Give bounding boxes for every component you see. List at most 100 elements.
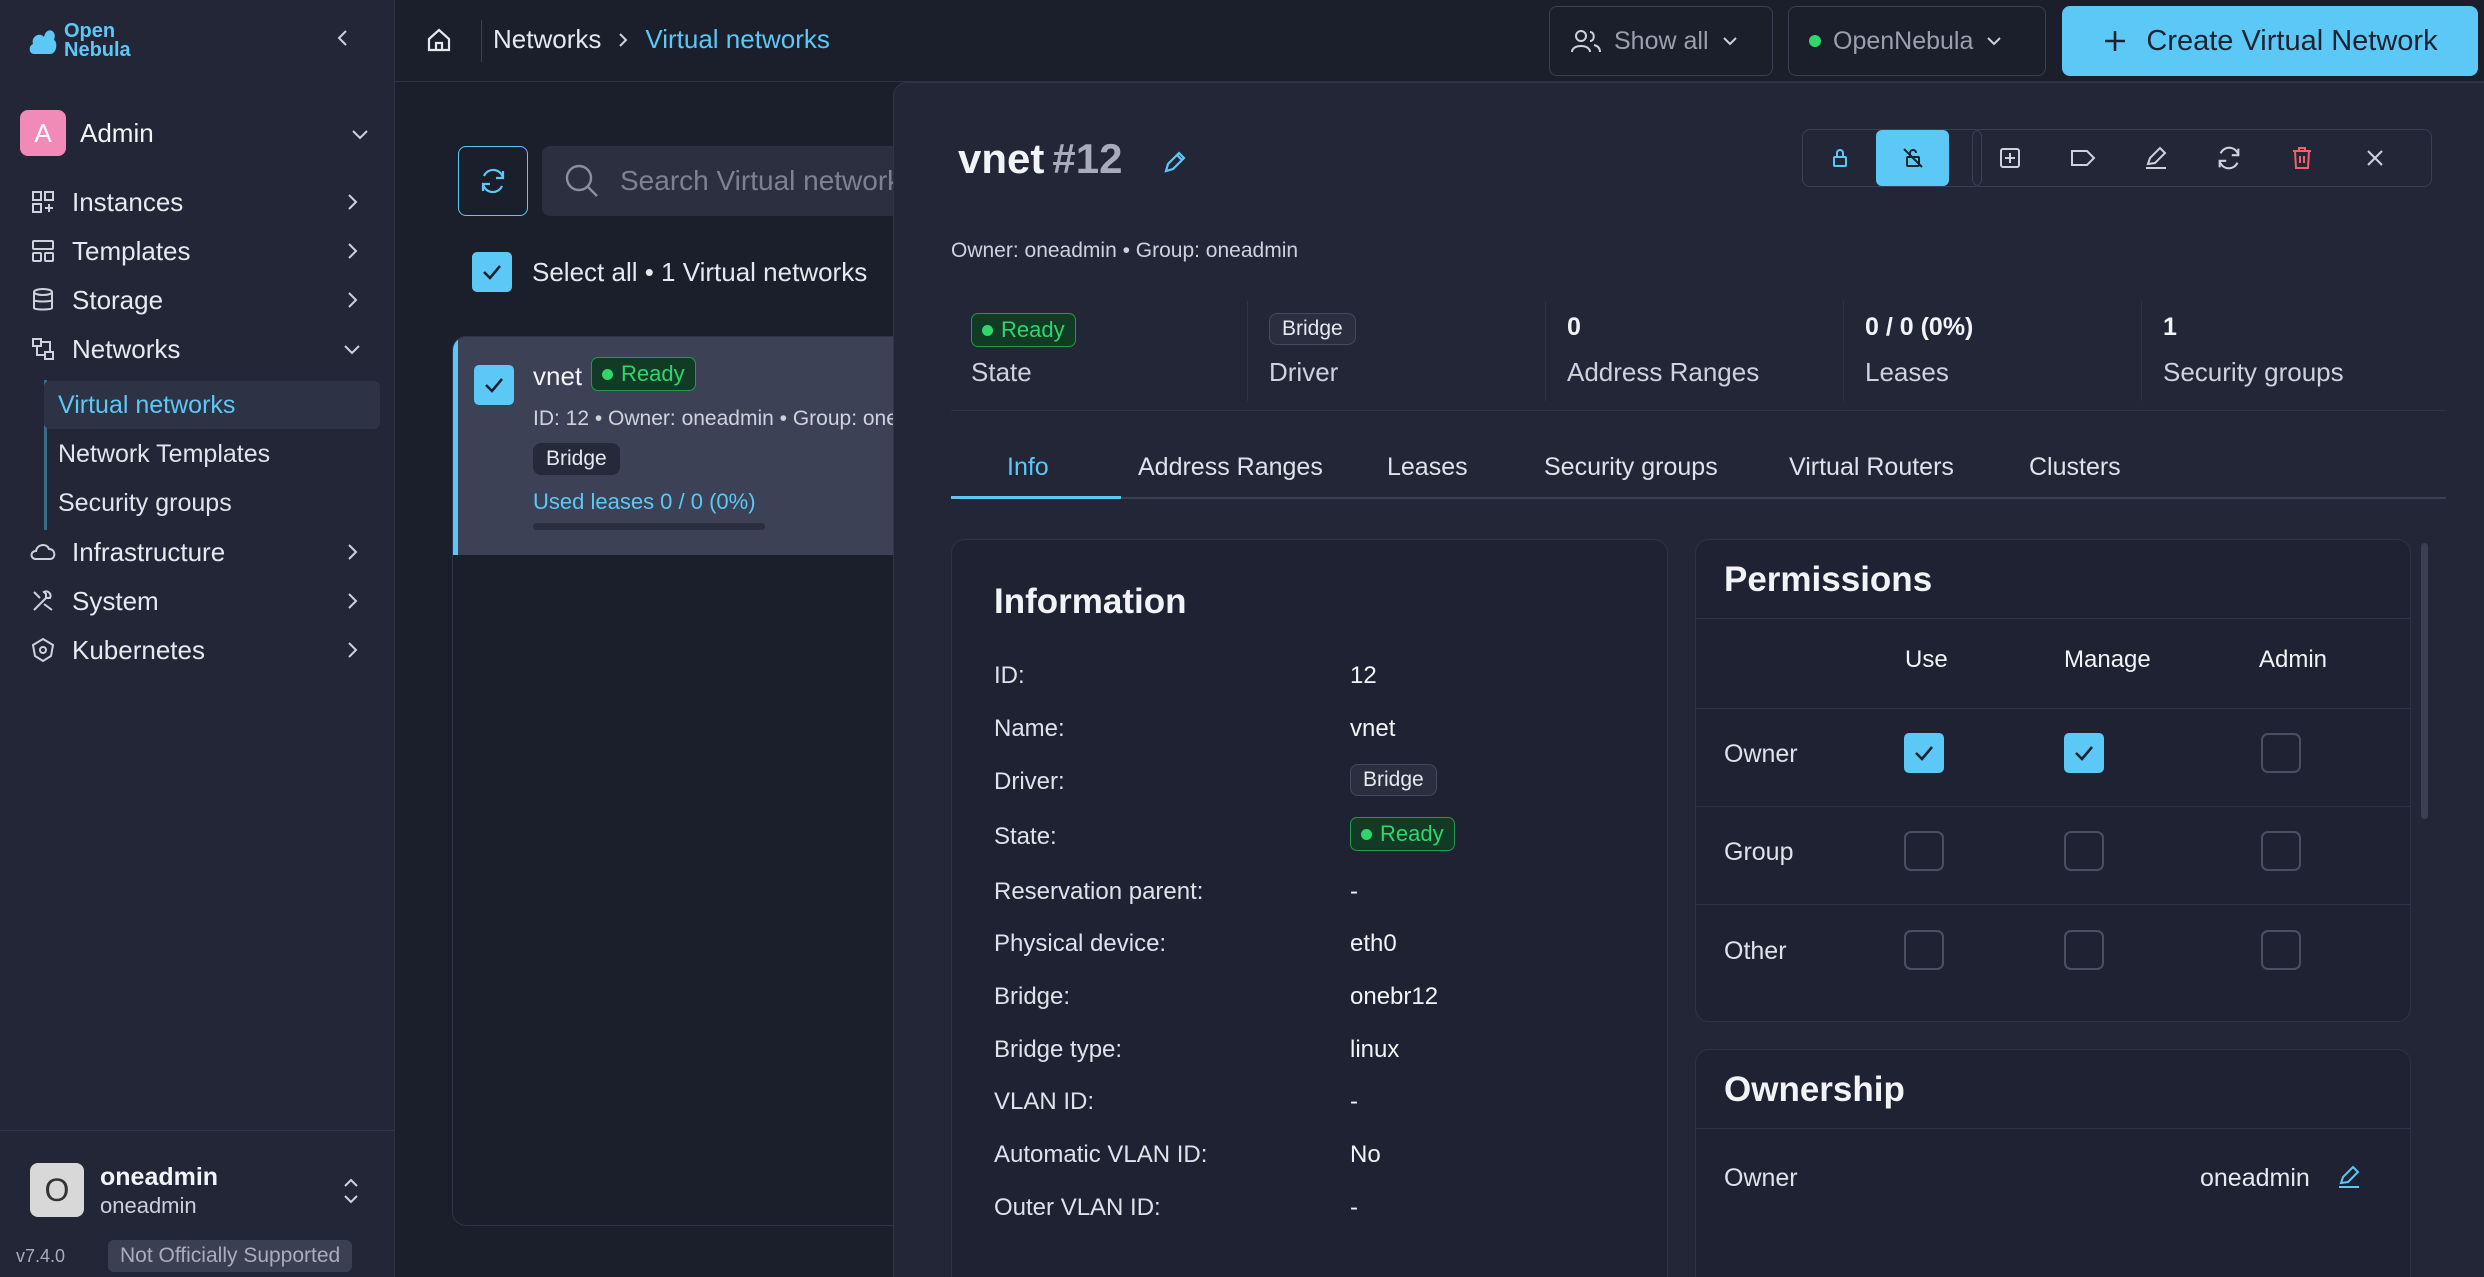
sidebar-item-networks[interactable]: Networks [28,329,368,369]
user-name: oneadmin [100,1163,219,1191]
info-value: eth0 [1350,930,1397,957]
unlock-button[interactable] [1876,130,1949,186]
group-use-checkbox[interactable] [1904,831,1944,871]
expand-collapse-icon [344,1178,358,1204]
permissions-card: Permissions Use Manage Admin Owner Group… [1695,539,2411,1022]
tab-virtual-routers[interactable]: Virtual Routers [1789,453,1954,482]
cloud-logo-icon [29,30,57,54]
tab-info[interactable]: Info [1007,453,1049,482]
edit-button[interactable] [2119,130,2192,186]
check-icon [483,265,501,280]
perm-row-owner: Owner [1724,740,1798,768]
instances-icon [32,191,54,213]
sidebar-item-templates[interactable]: Templates [28,231,368,271]
status-dot [602,368,613,380]
tab-clusters[interactable]: Clusters [2029,453,2121,482]
collapse-sidebar-button[interactable] [333,28,353,48]
edit-icon [2339,1165,2360,1188]
other-use-checkbox[interactable] [1904,930,1944,970]
vnet-meta: ID: 12 • Owner: oneadmin • Group: oneadm… [533,407,956,430]
chevron-right-icon [619,32,628,47]
create-virtual-network-button[interactable]: Create Virtual Network [2062,6,2478,76]
info-value: 12 [1350,662,1377,689]
status-badge: Ready [591,357,696,391]
sidebar-item-label: Instances [72,186,184,217]
info-value: onebr12 [1350,983,1439,1010]
sidebar-item-kubernetes[interactable]: Kubernetes [28,630,368,670]
sidebar-item-system[interactable]: System [28,581,368,621]
chevron-right-icon [348,642,358,658]
sidebar-item-infrastructure[interactable]: Infrastructure [28,532,368,572]
show-all-filter[interactable]: Show all [1549,6,1773,76]
close-button[interactable] [2338,130,2411,186]
perm-col-manage: Manage [2064,646,2151,673]
info-value: vnet [1350,715,1396,742]
sidebar-item-label: Templates [72,235,191,266]
sidebar-item-label: Kubernetes [72,634,205,665]
change-owner-button[interactable] [2336,1164,2362,1190]
rename-button[interactable] [1162,149,1188,175]
opennebula-logo[interactable]: Open Nebula [28,21,131,60]
chevron-down-icon [1722,37,1737,46]
user-menu[interactable]: O oneadmin oneadmin [0,1130,395,1230]
user-group: oneadmin [100,1193,197,1218]
breadcrumb-networks[interactable]: Networks [493,24,601,55]
other-manage-checkbox[interactable] [2064,930,2104,970]
chevron-right-icon [348,194,358,210]
check-icon [2075,746,2093,761]
stat-leases: 0 / 0 (0%) Leases [1845,301,2142,401]
owner-admin-checkbox[interactable] [2261,733,2301,773]
lock-button[interactable] [1803,130,1876,186]
group-manage-checkbox[interactable] [2064,831,2104,871]
tab-address-ranges[interactable]: Address Ranges [1138,453,1323,482]
info-value: linux [1350,1036,1400,1063]
networks-icon [32,338,54,360]
perm-row-group: Group [1724,838,1794,866]
refresh-detail-button[interactable] [2192,130,2265,186]
search-input[interactable] [618,164,918,198]
stat-state: Ready State [951,301,1248,401]
lock-actions [1802,129,1982,187]
owner-use-checkbox[interactable] [1904,733,1944,773]
stat-label: Leases [1865,357,1949,387]
home-button[interactable] [425,26,453,54]
zone-label: OpenNebula [1833,26,1974,55]
delete-button[interactable] [2265,130,2338,186]
refresh-icon [481,168,505,194]
check-icon [485,378,503,393]
divider [481,20,482,62]
sidebar-item-instances[interactable]: Instances [28,182,368,222]
scrollbar[interactable] [2421,543,2428,819]
info-label: Outer VLAN ID: [994,1194,1161,1221]
chevron-right-icon [348,593,358,609]
other-admin-checkbox[interactable] [2261,930,2301,970]
reserve-button[interactable] [1973,130,2046,186]
detail-actions [1972,129,2432,187]
sidebar-item-virtual-networks[interactable]: Virtual networks [44,381,380,429]
vnet-detail-panel: vnet #12 Owner: oneadmin • Group: oneadm… [893,82,2484,1277]
label-button[interactable] [2046,130,2119,186]
sidebar-item-network-templates[interactable]: Network Templates [44,430,380,478]
sidebar-item-storage[interactable]: Storage [28,280,368,320]
org-selector[interactable]: A Admin [20,110,380,156]
divider [1696,708,2410,709]
select-all-checkbox[interactable] [472,252,512,292]
refresh-button[interactable] [458,146,528,216]
row-checkbox[interactable] [474,365,514,405]
zone-selector[interactable]: OpenNebula [1788,6,2046,76]
info-label: VLAN ID: [994,1088,1095,1115]
tab-security-groups[interactable]: Security groups [1544,453,1718,482]
label-tag-icon [2070,150,2095,166]
stat-label: Security groups [2163,357,2344,387]
owner-manage-checkbox[interactable] [2064,733,2104,773]
sidebar: Open Nebula A Admin Instances Templates … [0,0,395,1277]
plus-icon [2105,31,2126,51]
information-title: Information [994,582,1187,621]
show-all-label: Show all [1614,26,1709,55]
group-admin-checkbox[interactable] [2261,831,2301,871]
stat-value: 1 [2163,313,2177,341]
sidebar-item-security-groups[interactable]: Security groups [44,479,380,527]
tab-leases[interactable]: Leases [1387,453,1468,482]
check-icon [1915,746,1933,761]
select-all-row[interactable]: Select all • 1 Virtual networks [472,252,867,292]
